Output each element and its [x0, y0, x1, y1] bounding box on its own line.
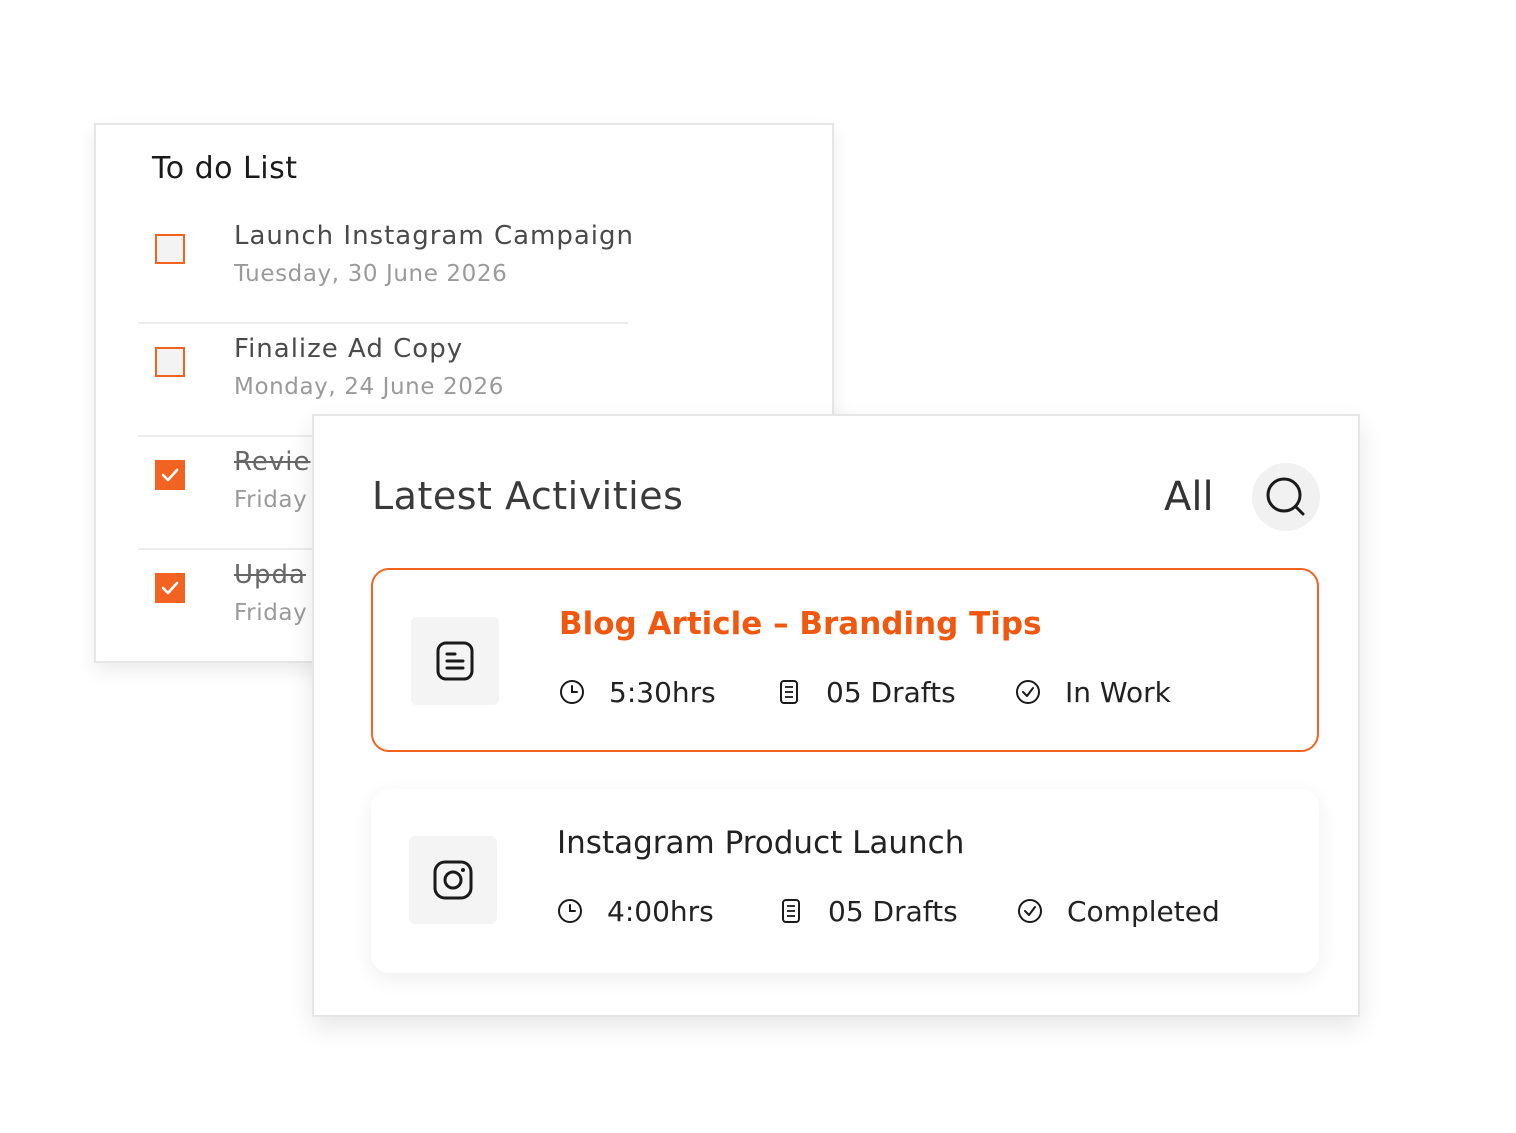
todo-checkbox-checked[interactable]	[155, 573, 185, 603]
clock-icon	[559, 679, 585, 705]
drafts-value: 05 Drafts	[828, 894, 958, 928]
todo-item[interactable]: Launch Instagram Campaign Tuesday, 30 Ju…	[96, 211, 636, 324]
activity-title[interactable]: Instagram Product Launch	[557, 825, 964, 861]
item-icon-box	[411, 617, 499, 705]
drafts-meta: 05 Drafts	[778, 893, 958, 929]
check-circle-icon	[1015, 679, 1041, 705]
time-value: 5:30hrs	[609, 675, 716, 709]
checkmark-icon	[161, 581, 179, 595]
drafts-value: 05 Drafts	[826, 675, 956, 709]
todo-checkbox-checked[interactable]	[155, 460, 185, 490]
todo-item-date: Tuesday, 30 June 2026	[234, 261, 508, 287]
clock-icon	[557, 898, 583, 924]
status-meta: Completed	[1017, 893, 1220, 929]
todo-item-date: Friday	[234, 487, 308, 513]
todo-item-label: Upda	[234, 560, 306, 590]
todo-item-date: Monday, 24 June 2026	[234, 374, 504, 400]
search-icon	[1266, 477, 1305, 516]
document-icon	[436, 641, 474, 681]
todo-list-title: To do List	[152, 151, 298, 186]
filter-all-button[interactable]: All	[1164, 474, 1214, 520]
todo-checkbox[interactable]	[155, 234, 185, 264]
status-value: In Work	[1065, 675, 1171, 709]
checkmark-icon	[161, 468, 179, 482]
drafts-icon	[778, 898, 804, 924]
drafts-icon	[776, 679, 802, 705]
latest-activities-card: Latest Activities All Blog Article – Bra…	[312, 414, 1360, 1017]
todo-checkbox[interactable]	[155, 347, 185, 377]
time-meta: 4:00hrs	[557, 893, 714, 929]
activities-title: Latest Activities	[372, 474, 684, 518]
activity-item[interactable]: Instagram Product Launch 4:00hrs 05 Draf…	[371, 789, 1319, 973]
status-value: Completed	[1067, 894, 1220, 928]
item-icon-box	[409, 836, 497, 924]
drafts-meta: 05 Drafts	[776, 674, 956, 710]
time-value: 4:00hrs	[607, 894, 714, 928]
activity-title[interactable]: Blog Article – Branding Tips	[559, 606, 1042, 642]
search-button[interactable]	[1252, 463, 1320, 531]
todo-item-date: Friday	[234, 600, 308, 626]
check-circle-icon	[1017, 898, 1043, 924]
todo-item-label: Revie	[234, 447, 311, 477]
time-meta: 5:30hrs	[559, 674, 716, 710]
todo-item-label: Launch Instagram Campaign	[234, 221, 635, 251]
status-meta: In Work	[1015, 674, 1171, 710]
instagram-icon	[433, 860, 473, 900]
activity-item[interactable]: Blog Article – Branding Tips 5:30hrs 05 …	[371, 568, 1319, 752]
todo-item-label: Finalize Ad Copy	[234, 334, 464, 364]
